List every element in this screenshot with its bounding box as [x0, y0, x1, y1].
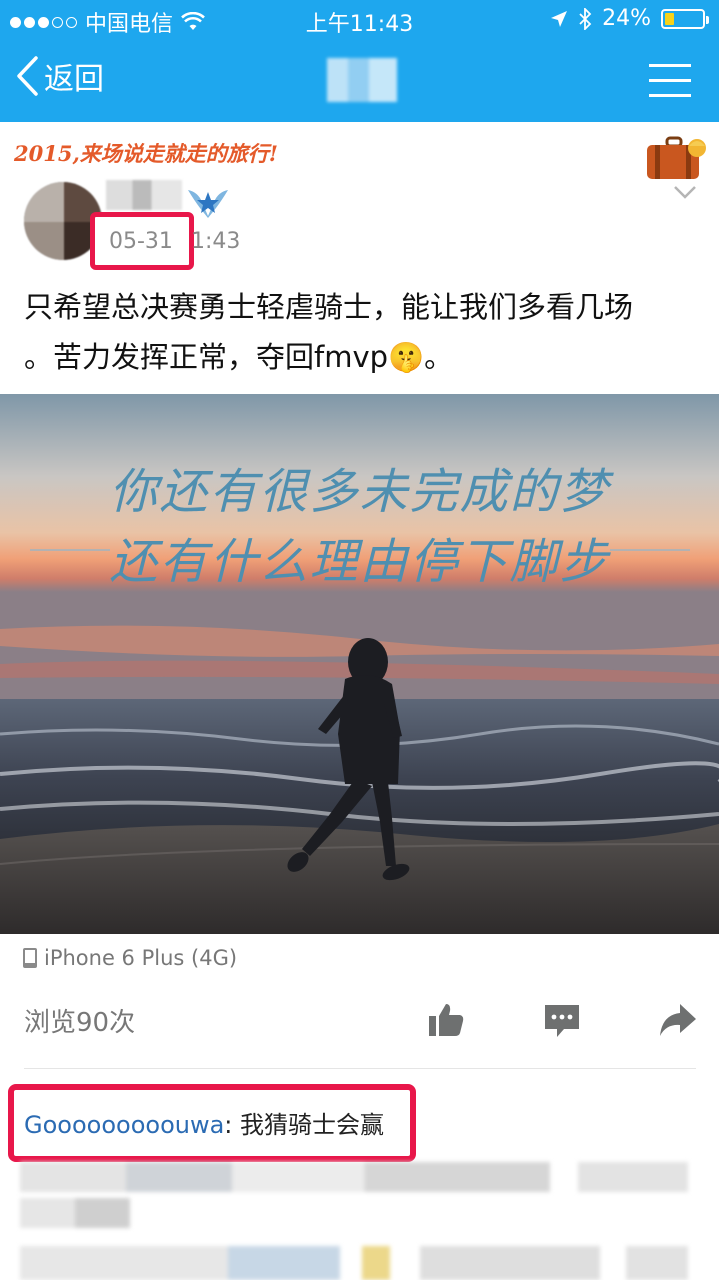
back-label: 返回	[44, 62, 104, 97]
status-bar: 中国电信 上午11:43 24%	[0, 0, 719, 40]
comment-text: 我猜骑士会赢	[240, 1111, 385, 1139]
device-info: iPhone 6 Plus (4G)	[22, 946, 237, 970]
phone-icon	[23, 948, 37, 968]
battery-icon	[661, 8, 709, 29]
nav-title-blurred	[327, 58, 397, 102]
post-text: 只希望总决赛勇士轻虐骑士，能让我们多看几场 。苦力发挥正常，夺回fmvp🤫。	[24, 282, 704, 382]
divider	[24, 1068, 696, 1069]
post-image[interactable]: 你还有很多未完成的梦 还有什么理由停下脚步	[0, 394, 719, 934]
blurred-comment	[20, 1198, 130, 1228]
blurred-comment	[578, 1162, 688, 1192]
chevron-down-icon[interactable]	[673, 184, 697, 200]
menu-icon	[649, 64, 691, 67]
blurred-comment	[362, 1246, 390, 1280]
post-time: 1:43	[191, 229, 241, 254]
like-icon[interactable]	[426, 1000, 466, 1040]
back-button[interactable]: 返回	[14, 54, 104, 98]
top-bar: 中国电信 上午11:43 24% 返回	[0, 0, 719, 122]
post-text-line1: 只希望总决赛勇士轻虐骑士，能让我们多看几场	[24, 290, 634, 324]
comment-item[interactable]: Gooooooooouwa: 我猜骑士会赢	[24, 1105, 384, 1140]
battery-percent: 24%	[602, 6, 651, 31]
comment-icon[interactable]	[542, 1000, 582, 1040]
location-icon	[551, 10, 568, 27]
image-text-line1: 你还有很多未完成的梦	[109, 464, 610, 520]
blurred-comment	[626, 1246, 688, 1280]
image-text-line2: 还有什么理由停下脚步	[109, 534, 610, 590]
blurred-comment	[20, 1246, 340, 1280]
status-right: 24%	[550, 6, 709, 31]
post-date: 05-31	[109, 229, 173, 254]
share-icon[interactable]	[658, 1000, 698, 1040]
blurred-comment	[420, 1246, 600, 1280]
username-blurred[interactable]	[106, 180, 182, 210]
device-label: iPhone 6 Plus (4G)	[44, 946, 238, 970]
banner-text: 2015,来场说走就走的旅行!	[14, 141, 278, 166]
back-chevron-icon	[17, 56, 38, 96]
comment-separator: :	[224, 1111, 241, 1139]
view-count: 浏览90次	[24, 1008, 136, 1038]
comment-author[interactable]: Gooooooooouwa	[24, 1111, 224, 1139]
suitcase-icon	[647, 136, 706, 179]
blurred-comment	[20, 1162, 550, 1192]
nav-bar: 返回	[0, 40, 719, 122]
menu-button[interactable]	[649, 62, 691, 98]
post-text-line2: 。苦力发挥正常，夺回fmvp🤫。	[24, 340, 454, 374]
bluetooth-icon	[579, 7, 592, 30]
